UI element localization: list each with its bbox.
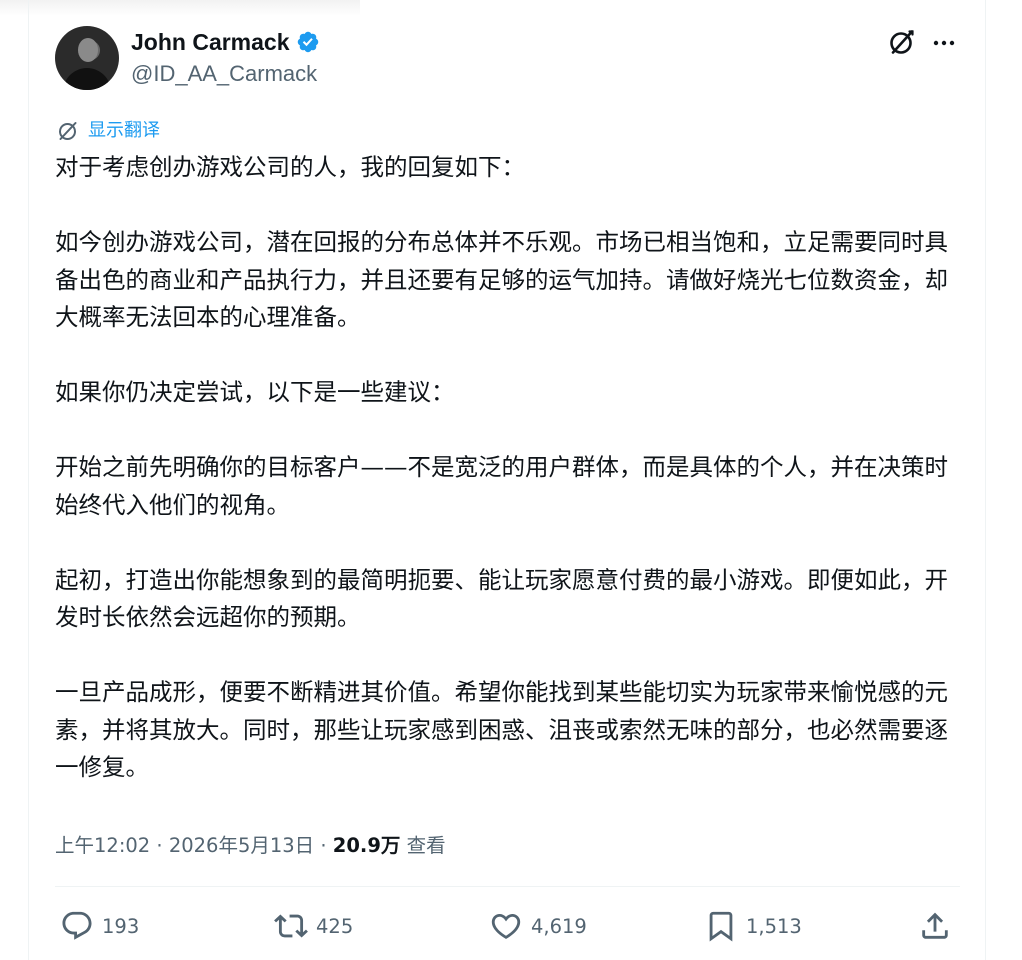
bookmark-count: 1,513 [746,914,802,938]
bookmark-button[interactable]: 1,513 [704,909,802,943]
meta-separator: · [314,834,333,857]
show-translation-label: 显示翻译 [88,120,160,141]
like-button[interactable]: 4,619 [489,909,587,943]
meta-separator: · [150,834,169,857]
avatar-shoulders [63,68,111,90]
tweet-paragraph: 一旦产品成形，便要不断精进其价值。希望你能找到某些能切实为玩家带来愉悦感的元素，… [55,678,948,781]
repost-icon [274,914,308,938]
repost-count: 425 [316,914,354,938]
author-handle[interactable]: @ID_AA_Carmack [131,61,317,87]
reply-icon [62,911,92,940]
tweet-text: 对于考虑创办游戏公司的人，我的回复如下： 如今创办游戏公司，潜在回报的分布总体并… [55,149,960,787]
heart-icon [491,913,521,939]
grok-icon[interactable] [888,28,916,56]
translate-icon [59,122,77,140]
share-icon [922,912,948,939]
show-translation-link[interactable]: 显示翻译 [57,119,160,143]
tweet-paragraph: 对于考虑创办游戏公司的人，我的回复如下： [55,153,525,181]
tweet-meta: 上午12:02 · 2026年5月13日 · 20.9万 查看 [55,831,446,861]
tweet-paragraph: 起初，打造出你能想象到的最简明扼要、能让玩家愿意付费的最小游戏。即便如此，开发时… [55,565,948,632]
avatar[interactable] [55,26,119,90]
like-count: 4,619 [531,914,587,938]
tweet-paragraph: 如果你仍决定尝试，以下是一些建议： [55,378,455,406]
tweet-paragraph: 开始之前先明确你的目标客户——不是宽泛的用户群体，而是具体的个人，并在决策时始终… [55,453,948,519]
bookmark-icon [709,911,733,942]
views-label: 查看 [400,834,446,857]
tweet-date[interactable]: 2026年5月13日 [169,834,314,857]
divider [55,886,960,887]
tweet-paragraph: 如今创办游戏公司，潜在回报的分布总体并不乐观。市场已相当饱和，立足需要同时具备出… [55,228,948,331]
author-name-row: John Carmack [131,28,320,56]
views-count: 20.9万 [332,834,401,857]
more-icon[interactable] [931,30,957,56]
verified-badge-icon [297,31,318,53]
tweet-time[interactable]: 上午12:02 [55,834,150,857]
share-button[interactable] [918,909,952,943]
repost-button[interactable]: 425 [274,909,353,943]
avatar-head [78,38,98,62]
author-display-name[interactable]: John Carmack [131,28,290,56]
reply-button[interactable]: 193 [60,909,139,943]
reply-count: 193 [102,914,140,938]
